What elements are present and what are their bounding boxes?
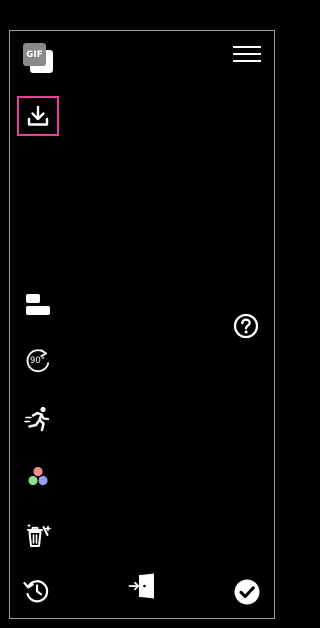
hamburger-menu-icon: [233, 46, 261, 62]
download-icon: [27, 105, 49, 126]
gif-logo: GIF: [22, 42, 56, 76]
clean-button[interactable]: [20, 517, 56, 553]
gif-logo-text: GIF: [23, 43, 46, 66]
color-dots-icon: [28, 466, 48, 486]
rotate-button[interactable]: 90°: [20, 342, 56, 378]
layout-icon: [26, 294, 50, 315]
download-button[interactable]: [17, 96, 59, 136]
history-button[interactable]: [19, 573, 55, 609]
exit-door-icon: [128, 573, 154, 599]
running-person-icon: [24, 406, 50, 432]
menu-button[interactable]: [229, 40, 265, 68]
color-button[interactable]: [20, 459, 56, 495]
help-button[interactable]: [228, 308, 264, 344]
rotate-90-icon: 90°: [26, 349, 50, 373]
layout-button[interactable]: [20, 287, 56, 323]
check-circle-icon: [234, 579, 260, 605]
help-circle-icon: [233, 313, 259, 339]
trash-sparkle-icon: [27, 523, 52, 547]
history-clock-icon: [23, 580, 49, 603]
rotate-label: 90°: [30, 356, 45, 366]
confirm-button[interactable]: [229, 574, 265, 610]
exit-button[interactable]: [124, 568, 160, 604]
speed-button[interactable]: [20, 401, 56, 437]
